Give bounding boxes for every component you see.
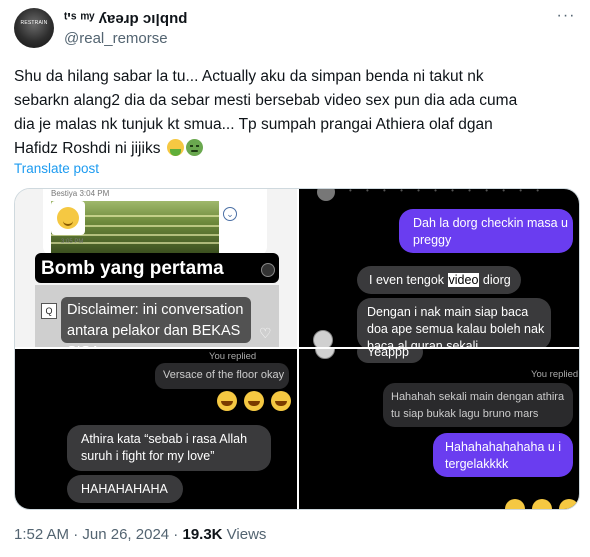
tweet-line: dia je malas nk tunjuk kt smua... Tp sum… bbox=[14, 116, 493, 133]
reply-quote-text: Versace of the floor okay bbox=[163, 369, 285, 381]
laughing-face-icon bbox=[505, 499, 525, 509]
media-image-1[interactable]: Bestiya 3:04 PM 3:05 PM ⌄ Bomb yang pert… bbox=[15, 189, 297, 347]
reply-quote-text: Hahahah sekali main dengan athira tu sia… bbox=[391, 391, 565, 420]
received-message: HAHAHAHAHA bbox=[81, 482, 168, 496]
laughing-face-icon bbox=[271, 391, 291, 411]
media-grid: Bestiya 3:04 PM 3:05 PM ⌄ Bomb yang pert… bbox=[14, 188, 580, 510]
avatar bbox=[313, 330, 333, 347]
media-image-4[interactable]: Yeappp You replied Hahahah sekali main d… bbox=[299, 349, 579, 509]
tweet-line-last: Hafidz Roshdi ni jijiks bbox=[14, 137, 579, 161]
chevron-down-icon: ⌄ bbox=[223, 207, 237, 221]
msg-before: I even tengok bbox=[369, 273, 448, 287]
tweet-line: Shu da hilang sabar la tu... Actually ak… bbox=[14, 68, 484, 85]
msg-after: diorg bbox=[479, 273, 511, 287]
contact-name: Bestiya bbox=[51, 189, 78, 198]
message-time: 3:05 PM bbox=[61, 239, 84, 245]
laughing-face-icon bbox=[244, 391, 264, 411]
cropped-row: • • • • • • • • • • • • bbox=[349, 189, 546, 195]
laughing-face-icon bbox=[217, 391, 237, 411]
nauseated-face-icon bbox=[185, 139, 203, 156]
avatar bbox=[317, 189, 335, 201]
relieved-face-icon bbox=[57, 207, 79, 229]
message-time: 3:04 PM bbox=[79, 189, 110, 198]
more-options-icon[interactable]: ··· bbox=[556, 8, 576, 26]
tweet-line: sebarkn alang2 dia da sebar mesti berseb… bbox=[14, 92, 518, 109]
heart-icon: ♡ bbox=[259, 325, 272, 341]
author-display-name[interactable]: ᵗ'ˢ ᵐʸ ʎɐǝɹp ɔıןqnd bbox=[64, 10, 187, 27]
tweet-meta: 1:52 AM · Jun 26, 2024 · 19.3K Views bbox=[14, 526, 266, 543]
tweet-text: Shu da hilang sabar la tu... Actually ak… bbox=[14, 65, 579, 161]
author-handle[interactable]: @real_remorse bbox=[64, 30, 168, 47]
bomb-icon bbox=[261, 263, 275, 277]
received-message: Dengan i nak main siap baca doa ape semu… bbox=[367, 305, 545, 347]
laughing-face-icon bbox=[532, 499, 552, 509]
avatar[interactable]: RESTRAIN bbox=[14, 8, 54, 48]
highlighted-word: video bbox=[447, 273, 480, 287]
reaction-emojis bbox=[505, 499, 579, 509]
you-replied-label: You replied bbox=[531, 369, 579, 380]
disclaimer-text: Disclaimer: ini conversation antara pela… bbox=[67, 302, 244, 347]
laughing-face-icon bbox=[559, 499, 579, 509]
post-time[interactable]: 1:52 AM bbox=[14, 526, 69, 543]
media-image-3[interactable]: You replied Versace of the floor okay At… bbox=[15, 349, 297, 509]
translate-post-link[interactable]: Translate post bbox=[14, 161, 99, 176]
media-image-2[interactable]: • • • • • • • • • • • • Dah la dorg chec… bbox=[299, 189, 579, 347]
bomb-banner-text: Bomb yang pertama bbox=[41, 258, 224, 279]
meta-separator: · bbox=[169, 526, 183, 543]
received-message: I even tengok video diorg bbox=[369, 273, 511, 287]
views-label: Views bbox=[222, 526, 267, 543]
you-replied-label: You replied bbox=[209, 351, 257, 362]
sent-message: Hahahahahahaha u i tergelakkkk bbox=[445, 440, 562, 471]
contact-header: Bestiya 3:04 PM bbox=[51, 189, 109, 198]
sent-message: Dah la dorg checkin masa u preggy bbox=[413, 216, 568, 247]
meta-separator: · bbox=[69, 526, 83, 543]
post-date[interactable]: Jun 26, 2024 bbox=[82, 526, 169, 543]
avatar-text: RESTRAIN bbox=[20, 20, 48, 26]
vomiting-face-icon bbox=[166, 139, 184, 156]
tweet-line: Hafidz Roshdi ni jijiks bbox=[14, 140, 161, 157]
avatar bbox=[315, 349, 335, 359]
received-message: Athira kata “sebab i rasa Allah suruh i … bbox=[81, 432, 248, 463]
views-count: 19.3K bbox=[182, 526, 223, 543]
tweet-header: RESTRAIN ᵗ'ˢ ᵐʸ ʎɐǝɹp ɔıןqnd @real_remor… bbox=[14, 8, 576, 52]
reaction-emojis bbox=[217, 391, 297, 411]
received-message: Yeappp bbox=[367, 349, 409, 359]
q-badge: Q bbox=[41, 303, 57, 319]
